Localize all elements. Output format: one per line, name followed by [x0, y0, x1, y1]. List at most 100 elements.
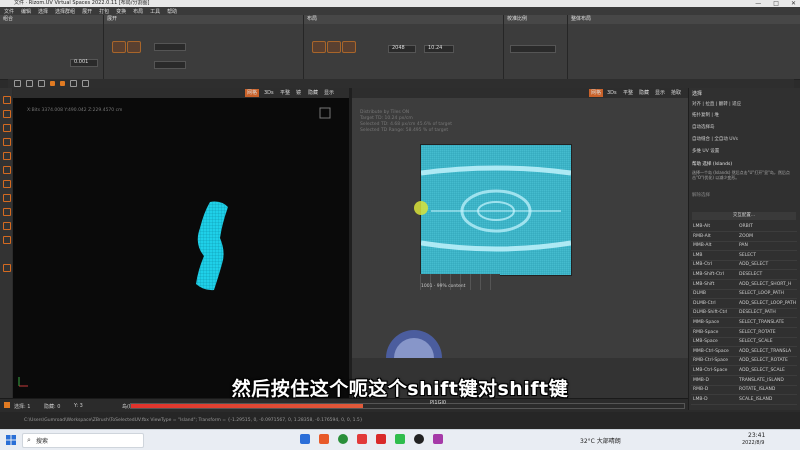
scale-field[interactable] [510, 45, 556, 53]
shortcut-row: LMB-Space SELECT_SCALE [691, 337, 797, 348]
shortcut-key: LMB-Space [693, 339, 718, 345]
weld-tool-icon[interactable] [3, 138, 11, 146]
edge-mode-icon[interactable] [60, 81, 65, 86]
window-title: 文件 · Rizom.UV Virtual Spaces 2022.0.11 [… [14, 0, 150, 6]
uv-tile[interactable] [420, 144, 572, 276]
island-mode-icon[interactable] [50, 81, 55, 86]
panel-title: 布局 [304, 15, 503, 24]
menu-tools[interactable]: 工具 [150, 8, 160, 15]
tab-uv-flat[interactable]: 平整 [621, 89, 635, 97]
move-icon[interactable] [26, 80, 33, 87]
link-align[interactable]: 对齐 | 拉直 | 翻转 | 适应 [692, 101, 741, 107]
menu-transform[interactable]: 变换 [116, 8, 126, 15]
app-icon-other[interactable] [433, 434, 443, 444]
help-text: 选择一个岛 (Islands) 然后点击"U"打开"显"岛，然后点击"O"(优化… [692, 170, 790, 180]
viewport-3d[interactable]: 网格 3Ds 平整 镜 隐藏 显示 X:Bits 3374.008 Y:490.… [13, 88, 349, 398]
settings-tool-icon[interactable] [3, 264, 11, 272]
menu-help[interactable]: 帮助 [167, 8, 177, 15]
shortcut-action: DESELECT_PATH [739, 310, 776, 316]
link-topology-copy[interactable]: 拓扑复制 | 堆 [692, 112, 719, 118]
pin-tool-icon[interactable] [3, 152, 11, 160]
tab-mirror[interactable]: 镜 [294, 89, 303, 97]
optimize-o-button[interactable] [127, 41, 141, 53]
close-button[interactable]: ✕ [791, 0, 796, 7]
ring-tool-icon[interactable] [3, 208, 11, 216]
view-cube-icon[interactable] [318, 106, 332, 120]
layout-button-1[interactable] [312, 41, 326, 53]
shortcut-key: LMB-Shift [693, 281, 715, 287]
video-subtitle: 然后按住这个呃这个shift键对shift键 [231, 378, 569, 400]
layout-button-3[interactable] [342, 41, 356, 53]
shortcut-key: LMB-Shift-Ctrl [693, 272, 724, 277]
shortcut-row: DLMB SELECT_LOOP_PATH [691, 289, 797, 300]
deselect-link[interactable]: 解除选择 [692, 192, 710, 198]
align-tool-icon[interactable] [3, 222, 11, 230]
lasso-tool-icon[interactable] [3, 110, 11, 118]
selected-count: 选择: 1 [14, 404, 31, 410]
app-icon-browser[interactable] [319, 434, 329, 444]
unfold-u-button[interactable] [112, 41, 126, 53]
tab-flat[interactable]: 平整 [278, 89, 292, 97]
timeline-track [130, 403, 685, 409]
app-icon-wechat[interactable] [395, 434, 405, 444]
coordinate-readout: X:Bits 3374.008 Y:490.042 Z:229.4570 cm [27, 108, 123, 113]
tab-uv-hide[interactable]: 隐藏 [637, 89, 651, 97]
select-icon[interactable] [14, 80, 21, 87]
knee-mesh[interactable] [188, 198, 248, 293]
app-icon-wps[interactable] [376, 434, 386, 444]
cut-tool-icon[interactable] [3, 124, 11, 132]
link-multi-uv[interactable]: 多维 UV 设置 [692, 148, 719, 154]
tab-3ds[interactable]: 3Ds [262, 89, 276, 97]
shortcut-row: RMB-Space SELECT_ROTATE [691, 328, 797, 338]
shortcut-row: LMB-Alt ORBIT [691, 222, 797, 232]
menu-layout[interactable]: 布局 [133, 8, 143, 15]
straighten-tool-icon[interactable] [3, 236, 11, 244]
app-icon-rizom[interactable] [357, 434, 367, 444]
link-auto-select[interactable]: 自动选择岛 [692, 124, 715, 130]
grid-icon[interactable] [82, 80, 89, 87]
rotate-icon[interactable] [38, 80, 45, 87]
viewport-uv[interactable]: 网格 3Ds 平整 隐藏 显示 拾取 Distribute by Tiles O… [352, 88, 688, 358]
maximize-button[interactable]: □ [773, 0, 779, 7]
shortcut-key: DLMB [693, 291, 706, 297]
shortcut-row: LMB-Ctrl ADD_SELECT [691, 260, 797, 271]
tab-uv-mesh[interactable]: 网格 [589, 89, 604, 97]
tab-uv-3ds[interactable]: 3Ds [605, 89, 619, 97]
loop-tool-icon[interactable] [3, 194, 11, 202]
tab-hide[interactable]: 隐藏 [306, 89, 320, 97]
tab-show[interactable]: 显示 [322, 89, 336, 97]
interaction-config-button[interactable]: 交互配置... [692, 212, 796, 220]
shortcut-row: MMB-Space SELECT_TRANSLATE [691, 318, 797, 328]
menu-unfold[interactable]: 展开 [82, 8, 92, 15]
shortcut-row: RMB-Alt ZOOM [691, 232, 797, 242]
menu-file[interactable]: 文件 [4, 8, 14, 15]
tab-mesh[interactable]: 网格 [245, 89, 260, 97]
layout-button-2[interactable] [327, 41, 341, 53]
shield-tool-icon[interactable] [3, 180, 11, 188]
menu-edit[interactable]: 编辑 [21, 8, 31, 15]
link-auto-seams[interactable]: 自动缝合 | 全自动 UVs [692, 136, 738, 142]
select-tool-icon[interactable] [3, 96, 11, 104]
app-icon-explorer[interactable] [300, 434, 310, 444]
minimize-button[interactable]: — [755, 0, 761, 7]
cursor-highlight [414, 201, 428, 215]
tab-uv-show[interactable]: 显示 [653, 89, 667, 97]
taskbar-search-box[interactable]: ⌕ 搜索 [22, 433, 144, 448]
shortcut-action: DESELECT [739, 272, 763, 277]
record-icon[interactable] [4, 402, 10, 408]
unfold-option-field[interactable] [154, 43, 186, 51]
frame-icon[interactable] [70, 80, 77, 87]
scale-tool-icon[interactable] [3, 166, 11, 174]
app-icon-chrome[interactable] [338, 434, 348, 444]
app-icon-obs[interactable] [414, 434, 424, 444]
windows-start-icon[interactable] [6, 435, 16, 445]
tab-uv-pick[interactable]: 拾取 [669, 89, 683, 97]
panel-seams: 组合 0.001 [0, 15, 104, 79]
menu-pack[interactable]: 打包 [99, 8, 109, 15]
timeline-bar[interactable]: Pl1Gl0 [130, 399, 685, 413]
menu-select-group[interactable]: 选择群组 [55, 8, 75, 15]
menu-select[interactable]: 选择 [38, 8, 48, 15]
shortcut-action: ZOOM [739, 233, 754, 239]
unfold-option-field-2[interactable] [154, 61, 186, 69]
search-placeholder: 搜索 [36, 438, 49, 445]
